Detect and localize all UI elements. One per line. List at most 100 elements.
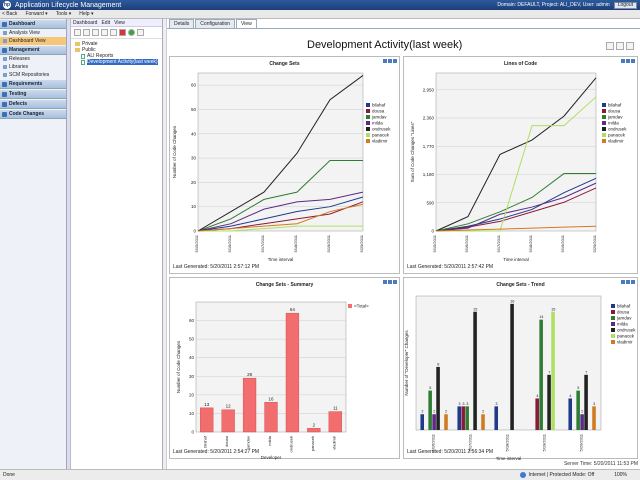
tab-view[interactable]: View — [236, 19, 257, 28]
x-tick-label: 5/18/2011 — [505, 433, 510, 451]
legend-label: ondrusek — [617, 328, 636, 333]
x-tick-label: 5/16/2011 — [227, 234, 232, 252]
maximize-icon[interactable] — [631, 280, 635, 284]
new-page-icon[interactable] — [83, 29, 90, 36]
bar — [285, 312, 300, 433]
item-label: Dashboard View — [9, 38, 46, 44]
last-generated: Last Generated: 5/20/2011 2:57:42 PM — [407, 264, 494, 270]
y-tick-label: 10 — [191, 204, 197, 209]
new-folder-icon[interactable] — [74, 29, 81, 36]
settings-icon[interactable] — [626, 42, 634, 50]
legend-swatch — [611, 310, 615, 314]
delete-icon[interactable] — [119, 29, 126, 36]
sidebar-section-requirements[interactable]: Requirements — [0, 80, 66, 89]
x-tick-label: dousa — [224, 435, 229, 447]
sidebar-section-dashboard[interactable]: Dashboard — [0, 20, 66, 29]
refresh-icon[interactable] — [388, 59, 392, 63]
legend-swatch — [611, 322, 615, 326]
section-icon — [2, 21, 7, 27]
sidebar-section-code-changes[interactable]: Code Changes — [0, 110, 66, 119]
y-tick-label: 0 — [193, 229, 196, 234]
bar-ondrusek — [584, 374, 588, 430]
subnav-edit[interactable]: Edit — [101, 20, 110, 26]
refresh-icon[interactable] — [626, 59, 630, 63]
section-icon — [2, 101, 7, 107]
cut-icon[interactable] — [92, 29, 99, 36]
bar-jamdav — [576, 390, 580, 430]
paste-icon[interactable] — [110, 29, 117, 36]
tab-configuration[interactable]: Configuration — [195, 19, 236, 28]
x-tick-label: 5/15/2011 — [194, 234, 199, 252]
y-tick-label: 1,180 — [423, 172, 435, 177]
data-label: 29 — [247, 372, 253, 377]
bar-vladimir — [481, 414, 485, 430]
status-bar: Done Internet | Protected Mode: Off 100% — [0, 469, 640, 480]
copy-icon[interactable] — [101, 29, 108, 36]
legend-swatch — [366, 115, 370, 119]
tab-details[interactable]: Details — [169, 19, 195, 28]
data-label: 7 — [585, 370, 587, 374]
y-tick-label: 50 — [191, 107, 197, 112]
help-menu[interactable]: Help ▾ — [79, 11, 93, 17]
change-sets-panel: Change Sets 0 10 20 30 40 50 60 5/15/2011 5/16/2… — [169, 56, 400, 274]
legend-swatch — [602, 139, 606, 143]
sidebar-section-testing[interactable]: Testing — [0, 90, 66, 99]
item-label: Releases — [9, 56, 30, 62]
export-icon[interactable] — [606, 42, 614, 50]
section-label: Code Changes — [9, 111, 45, 117]
tree-node[interactable]: Development Activity(last week) — [73, 59, 160, 65]
x-tick-label: panacek — [310, 436, 315, 451]
edit-icon[interactable] — [383, 280, 387, 284]
bar — [221, 409, 235, 433]
subnav-view[interactable]: View — [114, 20, 125, 26]
sidebar-item-libraries[interactable]: Libraries — [0, 63, 66, 71]
edit-icon[interactable] — [621, 280, 625, 284]
subnav-dashboard[interactable]: Dashboard — [73, 20, 97, 26]
data-label: 2 — [445, 410, 447, 414]
refresh-icon[interactable] — [388, 280, 392, 284]
sidebar-section-management[interactable]: Management — [0, 46, 66, 55]
data-label: 7 — [548, 370, 550, 374]
maximize-icon[interactable] — [393, 280, 397, 284]
maximize-icon[interactable] — [393, 59, 397, 63]
legend-swatch — [602, 133, 606, 137]
refresh-icon[interactable] — [128, 29, 135, 36]
edit-icon[interactable] — [383, 59, 387, 63]
legend-label: dousa — [608, 109, 621, 114]
zoom-level[interactable]: 100% — [614, 472, 627, 478]
legend-swatch — [611, 304, 615, 308]
print-icon[interactable] — [616, 42, 624, 50]
sidebar-item-dashboard-view[interactable]: Dashboard View — [0, 37, 66, 45]
tools-menu[interactable]: Tools ▾ — [56, 11, 72, 17]
legend-swatch — [602, 121, 606, 125]
sidebar-item-scm-repositories[interactable]: SCM Repositories — [0, 71, 66, 79]
section-icon — [2, 91, 7, 97]
maximize-icon[interactable] — [631, 59, 635, 63]
more-icon[interactable] — [137, 29, 144, 36]
x-tick-label: 5/18/2011 — [293, 234, 298, 252]
sidebar-section-defects[interactable]: Defects — [0, 100, 66, 109]
logout-button[interactable]: Logout — [613, 1, 637, 9]
section-icon — [2, 81, 7, 87]
y-tick-label: 1,770 — [423, 144, 435, 149]
back-button[interactable]: < Back — [2, 11, 17, 17]
legend-swatch — [611, 340, 615, 344]
data-label: 12 — [226, 404, 232, 409]
sidebar-item-analysis-view[interactable]: Analysis View — [0, 29, 66, 37]
bar-vladimir — [444, 414, 448, 430]
section-label: Defects — [9, 101, 28, 107]
tree-node-label: Development Activity(last week) — [87, 59, 158, 65]
legend-label: jamdav — [607, 115, 623, 120]
legend-label: dousa — [617, 310, 630, 315]
x-tick-label: ondrusek — [288, 436, 293, 452]
tree-toolbar — [71, 27, 162, 39]
forward-menu[interactable]: Forward ▾ — [25, 11, 47, 17]
refresh-icon[interactable] — [626, 280, 630, 284]
sidebar-item-releases[interactable]: Releases — [0, 55, 66, 63]
data-label: 2 — [433, 410, 435, 414]
data-label: 64 — [290, 307, 296, 312]
edit-icon[interactable] — [621, 59, 625, 63]
bar-ondrusek — [436, 366, 440, 430]
y-axis-label: Sum of Code Changes "Lines" — [410, 121, 415, 182]
chart-title: Change Sets — [269, 61, 300, 67]
